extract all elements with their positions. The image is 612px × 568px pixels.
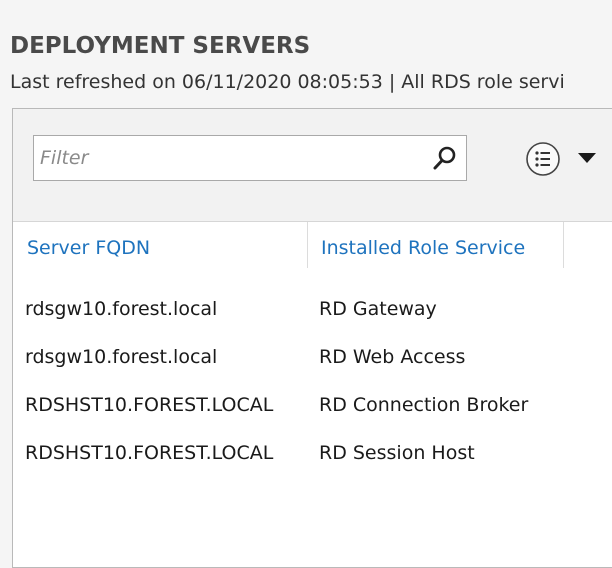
- view-options-button[interactable]: [521, 139, 603, 177]
- role-service-cell: RD Connection Broker: [319, 394, 529, 416]
- last-refreshed-status: Last refreshed on 06/11/2020 08:05:53 | …: [10, 71, 565, 93]
- list-view-icon: [526, 142, 560, 176]
- table-row[interactable]: RDSHST10.FOREST.LOCAL RD Session Host: [13, 429, 612, 477]
- server-fqdn-cell: RDSHST10.FOREST.LOCAL: [25, 394, 274, 416]
- table-row[interactable]: rdsgw10.forest.local RD Gateway: [13, 285, 612, 333]
- column-header-installed-role-service[interactable]: Installed Role Service: [321, 222, 525, 274]
- filter-input[interactable]: [40, 136, 420, 180]
- section-title: DEPLOYMENT SERVERS: [10, 33, 311, 59]
- table-row[interactable]: RDSHST10.FOREST.LOCAL RD Connection Brok…: [13, 381, 612, 429]
- role-service-cell: RD Gateway: [319, 298, 437, 320]
- role-service-cell: RD Session Host: [319, 442, 475, 464]
- column-divider[interactable]: [563, 222, 564, 268]
- column-header-server-fqdn[interactable]: Server FQDN: [27, 222, 150, 274]
- table-header: Server FQDN Installed Role Service: [13, 222, 612, 274]
- role-service-cell: RD Web Access: [319, 346, 466, 368]
- filter-box: [33, 135, 467, 181]
- table-row[interactable]: rdsgw10.forest.local RD Web Access: [13, 333, 612, 381]
- server-fqdn-cell: RDSHST10.FOREST.LOCAL: [25, 442, 274, 464]
- server-fqdn-cell: rdsgw10.forest.local: [25, 298, 218, 320]
- search-icon[interactable]: [432, 145, 458, 171]
- server-fqdn-cell: rdsgw10.forest.local: [25, 346, 218, 368]
- column-divider[interactable]: [307, 222, 308, 268]
- toolbar: [13, 109, 612, 222]
- servers-panel: Server FQDN Installed Role Service rdsgw…: [12, 108, 612, 568]
- server-list: rdsgw10.forest.local RD Gateway rdsgw10.…: [13, 285, 612, 477]
- caret-down-icon: [578, 153, 596, 163]
